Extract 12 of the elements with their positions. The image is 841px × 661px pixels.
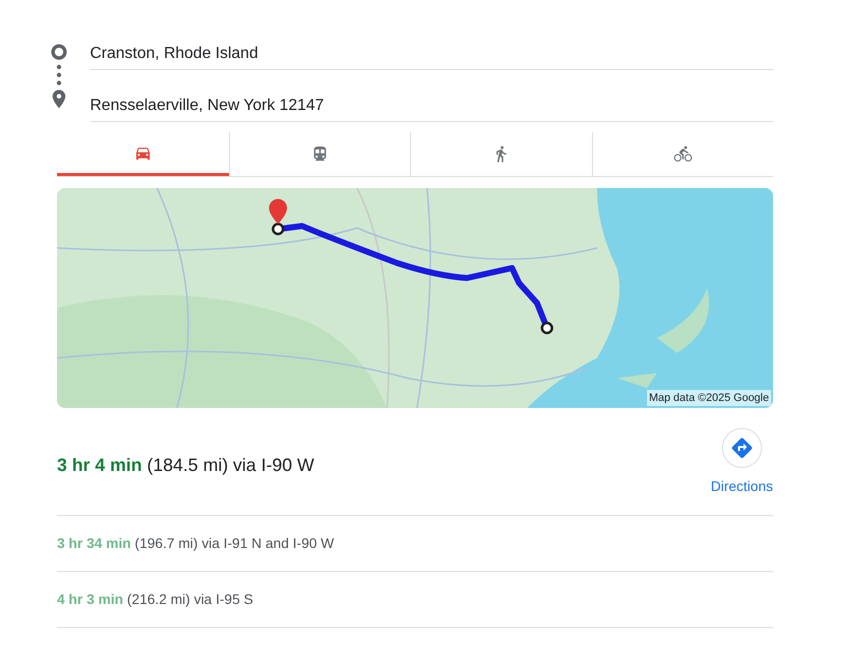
dots-icon <box>56 64 62 86</box>
origin-field[interactable]: Cranston, Rhode Island <box>90 38 773 70</box>
bicycle-icon <box>674 145 692 163</box>
origin-circle-icon <box>51 44 67 60</box>
directions-button[interactable]: Directions <box>710 428 773 497</box>
alternative-route[interactable]: 3 hr 34 min (196.7 mi) via I-91 N and I-90 W <box>57 533 334 554</box>
map[interactable]: Map data ©2025 Google <box>57 188 773 408</box>
directions-icon <box>730 436 754 460</box>
destination-field[interactable]: Rensselaerville, New York 12147 <box>90 90 773 122</box>
alternative-route[interactable]: 4 hr 3 min (216.2 mi) via I-95 S <box>57 589 254 610</box>
best-route-summary[interactable]: 3 hr 4 min (184.5 mi) via I-90 W <box>57 452 314 479</box>
map-attribution: Map data ©2025 Google <box>646 390 771 406</box>
